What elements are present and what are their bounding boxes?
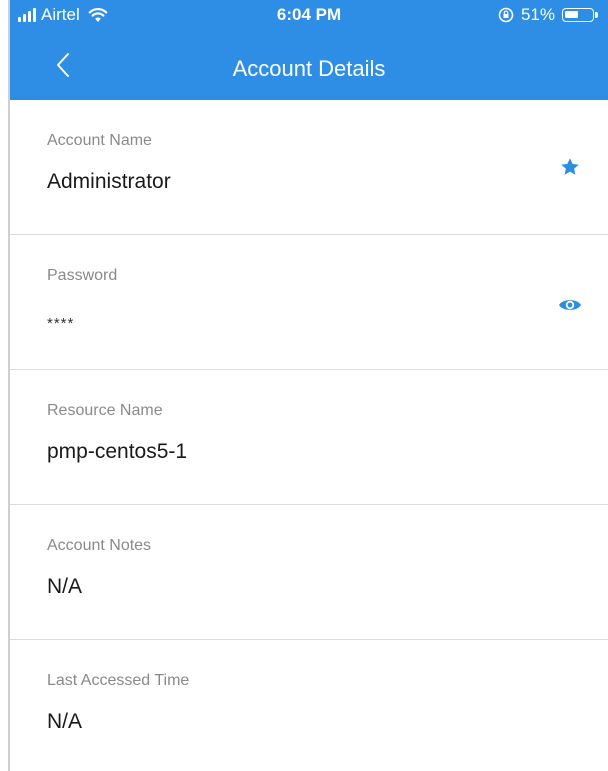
account-notes-value: N/A — [47, 575, 83, 598]
show-password-button[interactable] — [558, 293, 582, 317]
resource-name-label: Resource Name — [47, 402, 163, 419]
battery-percent: 51% — [520, 5, 555, 24]
account-name-label: Account Name — [47, 132, 152, 149]
account-name-row: Account Name Administrator — [10, 100, 608, 235]
page-title: Account Details — [232, 56, 386, 81]
last-accessed-label: Last Accessed Time — [47, 672, 190, 689]
account-details-list: Account Name Administrator Password ****… — [10, 100, 608, 771]
battery-group: 51% — [498, 5, 598, 25]
star-icon — [561, 158, 579, 175]
status-bar: Airtel 6:04 PM 51% — [10, 0, 608, 32]
rotation-lock-icon — [498, 7, 514, 23]
password-value: **** — [47, 315, 75, 332]
favorite-button[interactable] — [558, 155, 582, 179]
app-screen: Airtel 6:04 PM 51% Account Details Accou… — [0, 0, 608, 771]
eye-icon — [559, 300, 581, 310]
nav-bar: Account Details — [10, 34, 608, 100]
app-header: Airtel 6:04 PM 51% Account Details — [10, 0, 608, 100]
account-notes-label: Account Notes — [47, 537, 152, 554]
account-name-value: Administrator — [47, 170, 171, 193]
resource-name-row: Resource Name pmp-centos5-1 — [10, 370, 608, 505]
battery-level — [565, 11, 578, 18]
resource-name-value: pmp-centos5-1 — [47, 440, 188, 463]
password-label: Password — [47, 267, 118, 284]
password-row: Password **** — [10, 235, 608, 370]
battery-icon — [562, 8, 598, 22]
last-accessed-row: Last Accessed Time N/A — [10, 640, 608, 771]
last-accessed-value: N/A — [47, 710, 83, 733]
account-notes-row: Account Notes N/A — [10, 505, 608, 640]
